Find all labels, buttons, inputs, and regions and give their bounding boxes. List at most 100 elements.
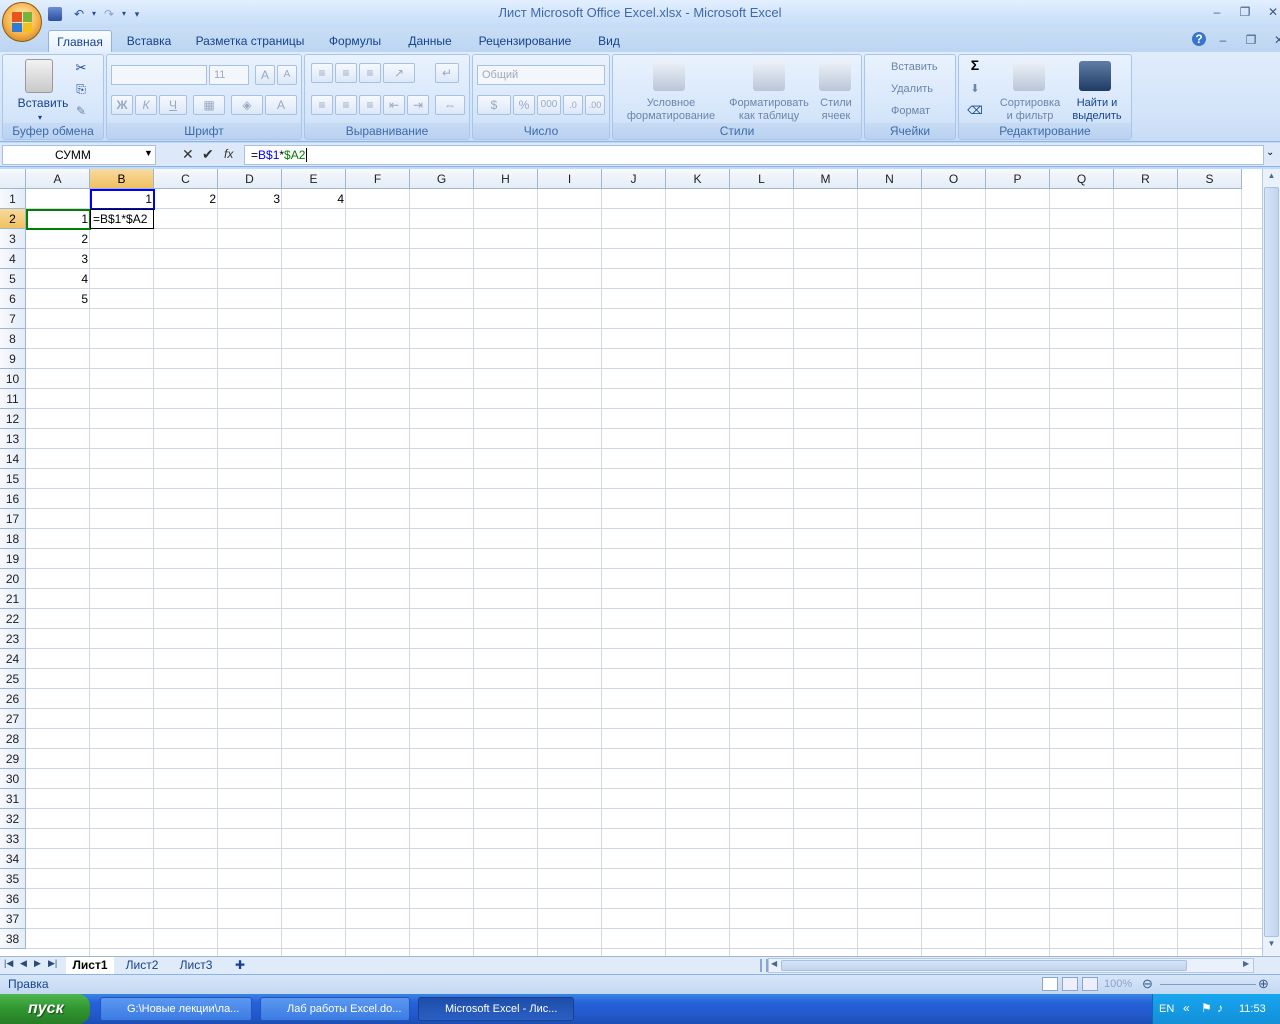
align-middle-icon[interactable]: ≡ xyxy=(335,63,357,83)
row-header-26[interactable]: 26 xyxy=(0,689,26,709)
delete-cells-button[interactable]: Удалить xyxy=(869,83,953,96)
cell-b2[interactable]: =B$1*$A2 xyxy=(90,209,154,229)
cell-a2[interactable]: 1 xyxy=(26,209,90,229)
doc-close-button[interactable]: ✕ xyxy=(1268,32,1280,48)
page-break-view-icon[interactable] xyxy=(1082,977,1098,991)
tray-arrow-icon[interactable]: « xyxy=(1183,1001,1190,1015)
cut-icon[interactable]: ✂ xyxy=(73,61,89,74)
select-all-corner[interactable] xyxy=(0,169,26,189)
row-header-36[interactable]: 36 xyxy=(0,889,26,909)
align-center-icon[interactable]: ≡ xyxy=(335,95,357,115)
column-header-b[interactable]: B xyxy=(90,169,154,189)
zoom-out-icon[interactable]: ⊖ xyxy=(1142,976,1153,992)
row-header-21[interactable]: 21 xyxy=(0,589,26,609)
column-header-o[interactable]: O xyxy=(922,169,986,189)
cell-a5[interactable]: 4 xyxy=(26,269,90,289)
row-header-18[interactable]: 18 xyxy=(0,529,26,549)
column-header-d[interactable]: D xyxy=(218,169,282,189)
row-header-25[interactable]: 25 xyxy=(0,669,26,689)
orientation-icon[interactable]: ↗ xyxy=(383,63,415,83)
row-header-8[interactable]: 8 xyxy=(0,329,26,349)
chevron-down-icon[interactable]: ▼ xyxy=(144,148,153,158)
row-header-11[interactable]: 11 xyxy=(0,389,26,409)
taskbar-item-folder[interactable]: G:\Новые лекции\ла... xyxy=(100,997,252,1021)
chevron-down-icon[interactable]: ▾ xyxy=(90,6,98,22)
wrap-text-icon[interactable]: ↵ xyxy=(435,63,459,83)
doc-minimize-button[interactable]: – xyxy=(1212,32,1234,48)
find-select-button[interactable]: Найти и выделить xyxy=(1065,97,1129,123)
clear-icon[interactable]: ⌫ xyxy=(965,105,985,118)
tab-page-layout[interactable]: Разметка страницы xyxy=(190,30,310,52)
cell-a6[interactable]: 5 xyxy=(26,289,90,309)
normal-view-icon[interactable] xyxy=(1042,977,1058,991)
next-sheet-icon[interactable]: ▶ xyxy=(34,958,41,969)
zoom-in-icon[interactable]: ⊕ xyxy=(1258,976,1269,992)
column-header-i[interactable]: I xyxy=(538,169,602,189)
row-header-17[interactable]: 17 xyxy=(0,509,26,529)
row-header-22[interactable]: 22 xyxy=(0,609,26,629)
tab-split-handle[interactable] xyxy=(760,959,768,972)
column-header-k[interactable]: K xyxy=(666,169,730,189)
row-header-35[interactable]: 35 xyxy=(0,869,26,889)
minimize-button[interactable]: – xyxy=(1206,4,1228,20)
align-left-icon[interactable]: ≡ xyxy=(311,95,333,115)
row-header-9[interactable]: 9 xyxy=(0,349,26,369)
autosum-button[interactable]: Σ xyxy=(965,58,985,72)
row-header-23[interactable]: 23 xyxy=(0,629,26,649)
prev-sheet-icon[interactable]: ◀ xyxy=(20,958,27,969)
taskbar-item-excel[interactable]: Microsoft Excel - Лис... xyxy=(418,997,574,1021)
row-header-24[interactable]: 24 xyxy=(0,649,26,669)
column-header-r[interactable]: R xyxy=(1114,169,1178,189)
tab-review[interactable]: Рецензирование xyxy=(472,30,578,52)
help-icon[interactable]: ? xyxy=(1192,32,1206,46)
expand-formula-icon[interactable]: ⌄ xyxy=(1266,147,1274,158)
last-sheet-icon[interactable]: ▶| xyxy=(48,958,57,969)
cell-b1[interactable]: 1 xyxy=(90,189,154,209)
column-header-a[interactable]: A xyxy=(26,169,90,189)
row-header-12[interactable]: 12 xyxy=(0,409,26,429)
undo-icon[interactable]: ↶ xyxy=(70,6,88,22)
column-header-q[interactable]: Q xyxy=(1050,169,1114,189)
column-header-h[interactable]: H xyxy=(474,169,538,189)
row-header-38[interactable]: 38 xyxy=(0,929,26,949)
maximize-button[interactable]: ❐ xyxy=(1234,4,1256,20)
copy-icon[interactable]: ⎘ xyxy=(73,83,89,96)
redo-icon[interactable]: ↷ xyxy=(100,6,118,22)
column-header-n[interactable]: N xyxy=(858,169,922,189)
row-header-6[interactable]: 6 xyxy=(0,289,26,309)
zoom-level[interactable]: 100% xyxy=(1104,978,1132,990)
sort-filter-button[interactable]: Сортировка и фильтр xyxy=(995,97,1065,123)
row-header-27[interactable]: 27 xyxy=(0,709,26,729)
format-painter-icon[interactable]: ✎ xyxy=(73,105,89,118)
increase-decimal-icon[interactable]: .0 xyxy=(563,95,583,115)
thousands-button[interactable]: 000 xyxy=(537,95,561,115)
formula-input[interactable]: =B$1*$A2 xyxy=(244,145,1264,165)
row-header-37[interactable]: 37 xyxy=(0,909,26,929)
paste-button[interactable]: Вставить xyxy=(7,97,79,110)
font-size-combo[interactable]: 11 xyxy=(209,65,249,85)
column-header-p[interactable]: P xyxy=(986,169,1050,189)
tab-home[interactable]: Главная xyxy=(48,30,112,52)
row-header-29[interactable]: 29 xyxy=(0,749,26,769)
insert-function-icon[interactable]: fx xyxy=(224,147,233,161)
currency-icon[interactable]: $ xyxy=(477,95,511,115)
column-header-j[interactable]: J xyxy=(602,169,666,189)
first-sheet-icon[interactable]: |◀ xyxy=(4,958,13,969)
cell-a3[interactable]: 2 xyxy=(26,229,90,249)
column-header-m[interactable]: M xyxy=(794,169,858,189)
volume-icon[interactable]: ♪ xyxy=(1217,1001,1223,1015)
row-header-3[interactable]: 3 xyxy=(0,229,26,249)
borders-icon[interactable]: ▦ xyxy=(193,95,225,115)
fill-color-icon[interactable]: ◈ xyxy=(231,95,263,115)
cell-a4[interactable]: 3 xyxy=(26,249,90,269)
format-cells-button[interactable]: Формат xyxy=(869,105,953,118)
save-icon[interactable] xyxy=(48,7,62,21)
horizontal-scrollbar[interactable]: ◀ ▶ xyxy=(768,958,1254,973)
doc-restore-button[interactable]: ❐ xyxy=(1240,32,1262,48)
tab-insert[interactable]: Вставка xyxy=(120,30,178,52)
decrease-indent-icon[interactable]: ⇤ xyxy=(383,95,405,115)
row-header-5[interactable]: 5 xyxy=(0,269,26,289)
language-indicator[interactable]: EN xyxy=(1159,1003,1174,1015)
percent-button[interactable]: % xyxy=(513,95,535,115)
insert-sheet-icon[interactable]: ✚ xyxy=(228,957,252,974)
